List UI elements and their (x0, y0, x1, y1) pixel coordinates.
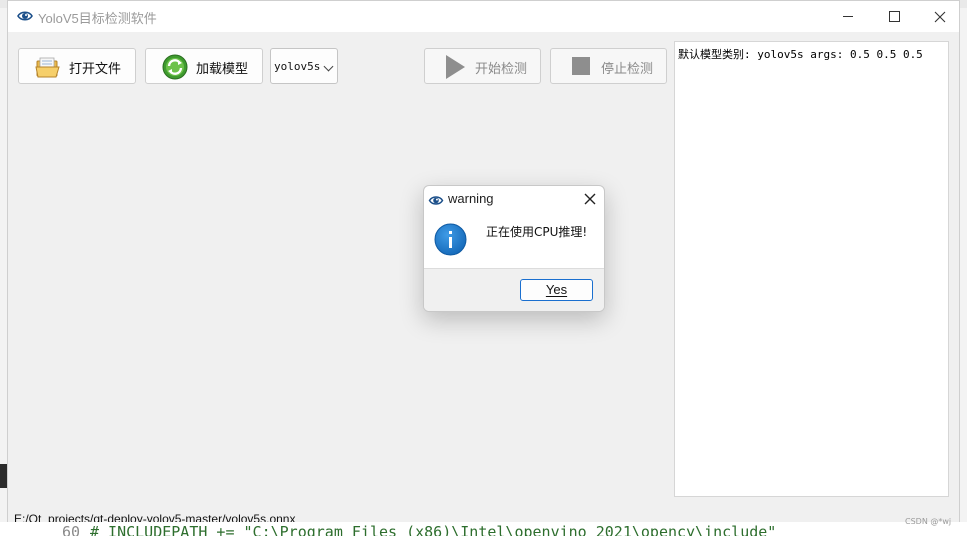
dialog-message: 正在使用CPU推理! (486, 225, 588, 239)
maximize-icon (888, 11, 900, 22)
watermark: CSDN @*wj (905, 517, 952, 526)
model-select[interactable]: yolov5s (270, 48, 338, 84)
load-model-button[interactable]: 加载模型 (145, 48, 263, 84)
folder-open-icon (35, 57, 60, 78)
background-editor-code: 60 # INCLUDEPATH += "C:\Program Files (x… (0, 522, 967, 536)
title-bar[interactable]: YoloV5目标检测软件 (8, 1, 959, 32)
eye-icon (17, 11, 33, 21)
minimize-icon (843, 16, 853, 17)
refresh-icon (162, 54, 188, 80)
dialog-title: warning (448, 191, 494, 206)
close-icon (584, 193, 596, 205)
maximize-button[interactable] (871, 1, 917, 32)
info-text-line: 默认模型类别: yolov5s args: 0.5 0.5 0.5 (678, 48, 923, 61)
close-button[interactable] (917, 1, 963, 32)
stop-icon (572, 57, 590, 75)
warning-dialog: warning 正在使用CPU推理! Yes (423, 185, 605, 312)
stop-detection-button[interactable]: 停止检测 (550, 48, 667, 84)
background-editor-gutter (0, 464, 7, 488)
dialog-footer: Yes (424, 268, 604, 311)
background-code-text: # INCLUDEPATH += "C:\Program Files (x86)… (90, 523, 777, 536)
stop-detection-label: 停止检测 (601, 62, 654, 77)
information-icon (434, 223, 467, 256)
open-file-button[interactable]: 打开文件 (18, 48, 136, 84)
window-title: YoloV5目标检测软件 (38, 11, 157, 26)
load-model-label: 加载模型 (196, 62, 249, 77)
open-file-label: 打开文件 (69, 62, 122, 77)
start-detection-label: 开始检测 (475, 62, 528, 77)
eye-icon (428, 196, 444, 205)
info-text-panel[interactable]: 默认模型类别: yolov5s args: 0.5 0.5 0.5 (674, 41, 949, 497)
model-select-value: yolov5s (274, 60, 321, 73)
play-icon (446, 55, 465, 79)
chevron-down-icon (323, 61, 334, 72)
close-icon (934, 11, 946, 22)
background-line-number: 60 (62, 523, 81, 536)
start-detection-button[interactable]: 开始检测 (424, 48, 541, 84)
yes-button[interactable]: Yes (520, 279, 593, 301)
dialog-close-button[interactable] (580, 189, 600, 209)
minimize-button[interactable] (825, 1, 871, 32)
